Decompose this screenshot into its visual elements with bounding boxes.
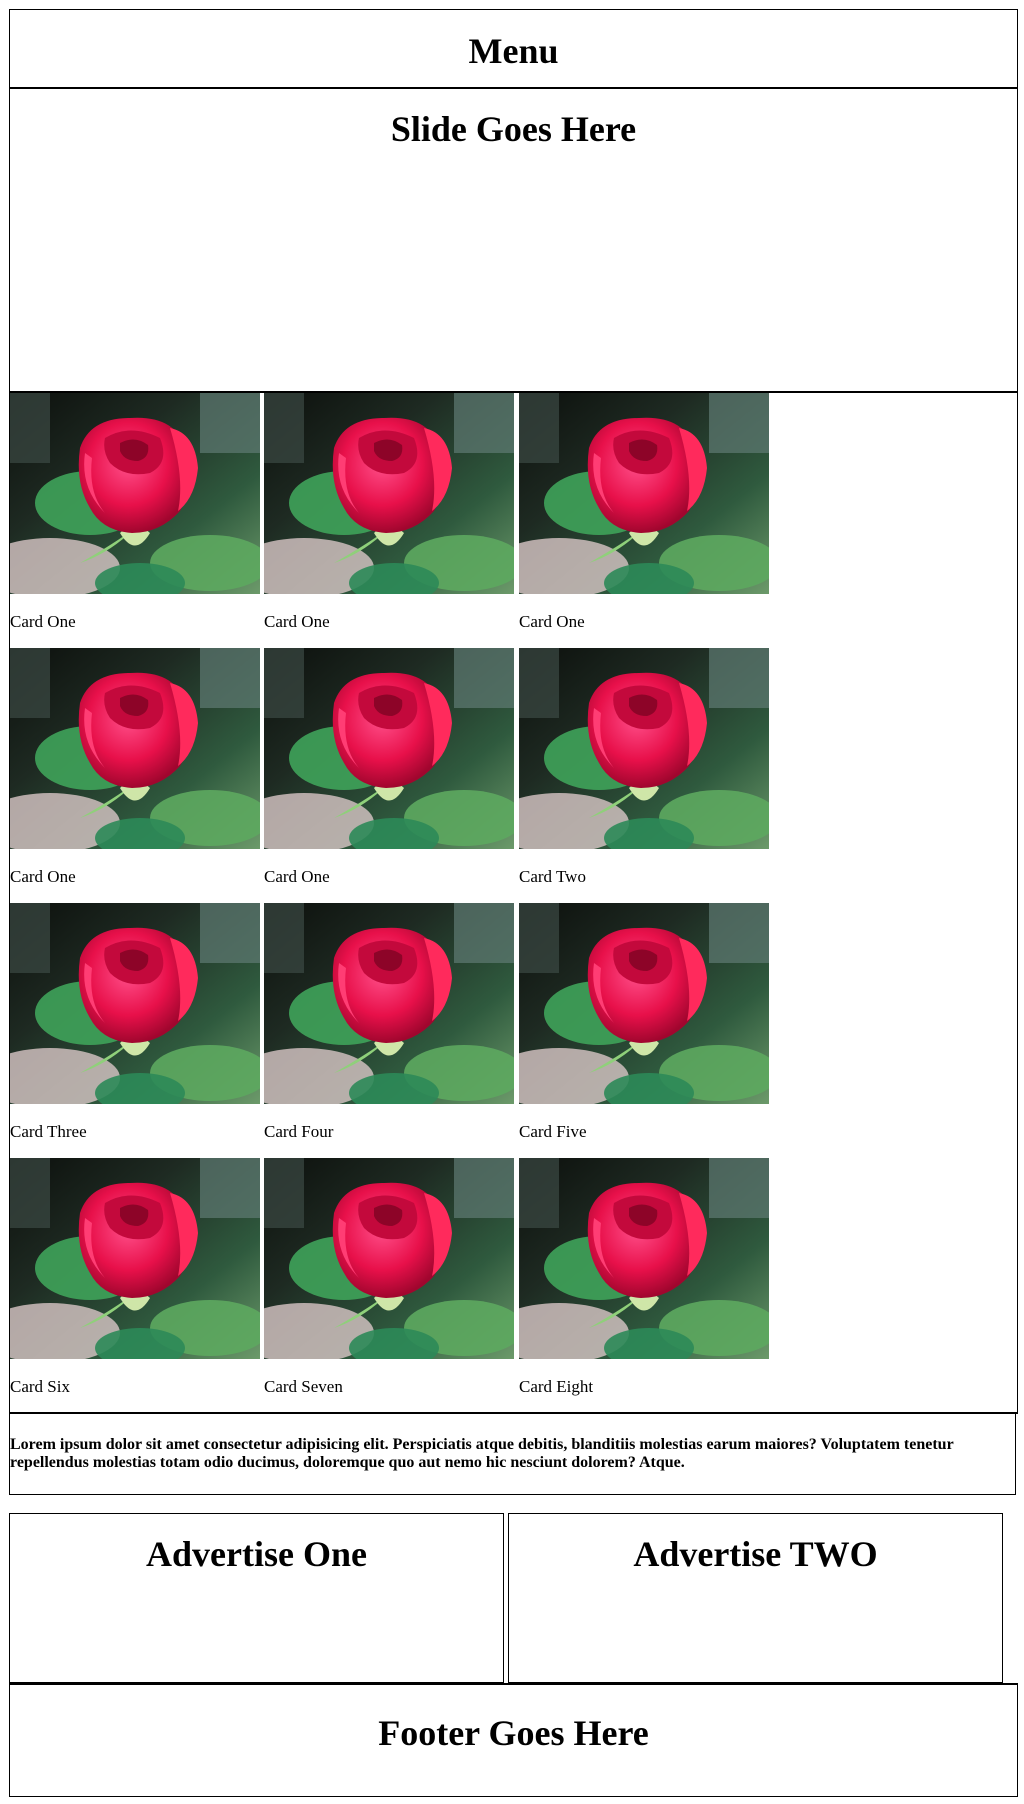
footer-title: Footer Goes Here xyxy=(378,1713,649,1753)
advert-two[interactable]: Advertise TWO xyxy=(508,1513,1003,1683)
rose-photo xyxy=(264,648,514,849)
card-label: Card One xyxy=(264,867,330,886)
card[interactable]: Card Six xyxy=(10,1158,260,1413)
card-label: Card Five xyxy=(519,1122,587,1141)
card-label: Card One xyxy=(10,867,76,886)
card[interactable]: Card One xyxy=(10,393,260,648)
slide-title: Slide Goes Here xyxy=(390,109,637,149)
card-grid: Card One Card One Card One Card One Card… xyxy=(9,393,1018,1414)
card-label: Card Four xyxy=(264,1122,334,1141)
lorem-section: Lorem ipsum dolor sit amet consectetur a… xyxy=(9,1414,1016,1495)
card-label: Card Three xyxy=(10,1122,87,1141)
rose-photo xyxy=(10,903,260,1104)
footer: Footer Goes Here xyxy=(9,1683,1018,1797)
rose-photo xyxy=(519,393,769,594)
card[interactable]: Card Eight xyxy=(519,1158,769,1413)
rose-photo xyxy=(519,1158,769,1359)
card[interactable]: Card One xyxy=(264,393,514,648)
advert-two-title: Advertise TWO xyxy=(633,1534,878,1574)
card-label: Card One xyxy=(519,612,585,631)
menu-bar: Menu xyxy=(9,9,1018,89)
menu-title[interactable]: Menu xyxy=(10,10,1017,69)
rose-photo xyxy=(519,903,769,1104)
rose-photo xyxy=(10,393,260,594)
advert-one-title: Advertise One xyxy=(146,1534,367,1574)
card[interactable]: Card One xyxy=(519,393,769,648)
rose-photo xyxy=(519,648,769,849)
card-label: Card One xyxy=(10,612,76,631)
card-label: Card Eight xyxy=(519,1377,594,1396)
advert-one[interactable]: Advertise One xyxy=(9,1513,504,1683)
rose-photo xyxy=(264,903,514,1104)
rose-photo xyxy=(10,648,260,849)
slide-area: Slide Goes Here xyxy=(9,89,1018,393)
rose-photo xyxy=(10,1158,260,1359)
lorem-text: Lorem ipsum dolor sit amet consectetur a… xyxy=(10,1436,954,1471)
card[interactable]: Card Two xyxy=(519,648,769,903)
card[interactable]: Card Four xyxy=(264,903,514,1158)
card-label: Card One xyxy=(264,612,330,631)
card[interactable]: Card Seven xyxy=(264,1158,514,1413)
card[interactable]: Card Three xyxy=(10,903,260,1158)
card[interactable]: Card Five xyxy=(519,903,769,1158)
page: { "menu": { "title": "Menu" }, "slide": … xyxy=(0,0,1024,1804)
rose-photo xyxy=(264,393,514,594)
card[interactable]: Card One xyxy=(264,648,514,903)
card-label: Card Two xyxy=(519,867,586,886)
card[interactable]: Card One xyxy=(10,648,260,903)
card-label: Card Seven xyxy=(264,1377,343,1396)
rose-photo xyxy=(264,1158,514,1359)
card-label: Card Six xyxy=(10,1377,70,1396)
